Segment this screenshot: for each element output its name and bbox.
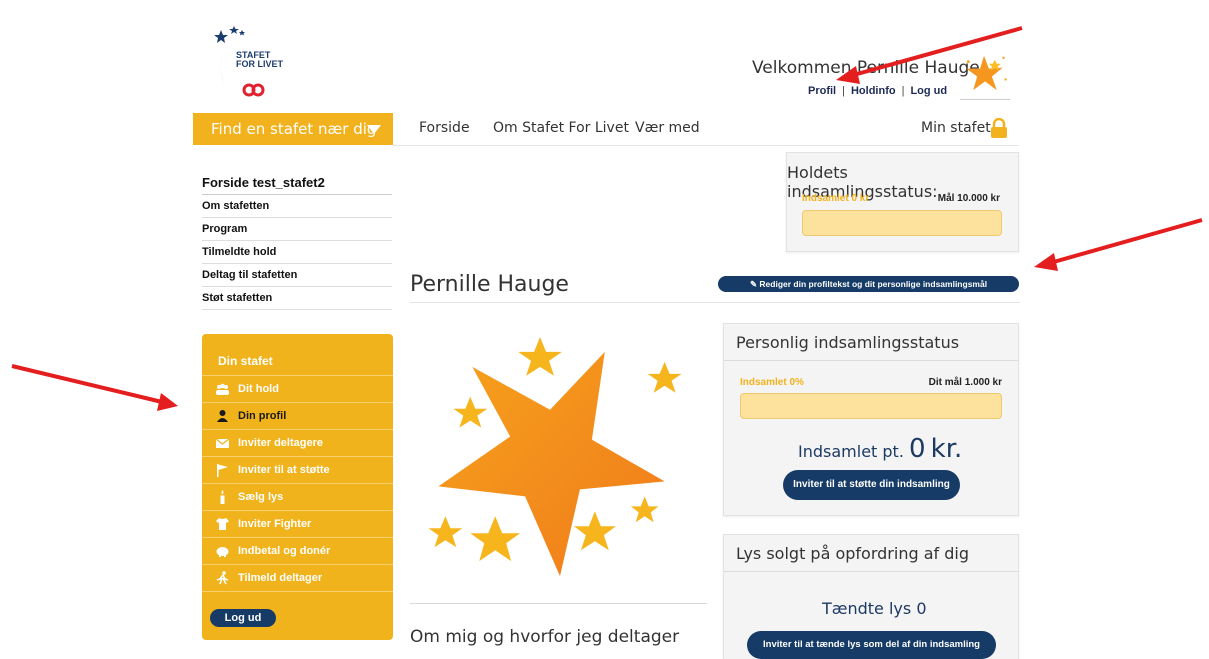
stafet-sidebar-menu: Forside test_stafet2 Om stafetten Progra… — [202, 172, 392, 310]
sidebar-item-deltag[interactable]: Deltag til stafetten — [202, 264, 392, 287]
edit-profile-button[interactable]: ✎ Rediger din profiltekst og dit personl… — [718, 276, 1019, 292]
team-fundraising-panel: Holdets indsamlingsstatus: Indsamlet 0 k… — [786, 152, 1019, 252]
pencil-icon: ✎ — [749, 279, 760, 289]
logo-line-2: FOR LIVET — [236, 59, 283, 69]
personal-collected-label: Indsamlet 0% — [740, 377, 804, 388]
logo-text: STAFET FOR LIVET — [236, 51, 283, 69]
team-goal-label: Mål 10.000 kr — [937, 193, 1000, 204]
din-stafet-heading: Din stafet — [218, 354, 273, 368]
divider — [724, 571, 1018, 572]
separator: | — [842, 85, 845, 97]
din-stafet-label: Indbetal og donér — [238, 545, 331, 557]
chevron-down-icon — [367, 125, 381, 134]
din-stafet-label: Inviter til at støtte — [238, 464, 330, 476]
lys-count: Tændte lys 0 — [822, 599, 927, 618]
avatar-star-icon[interactable] — [960, 50, 1010, 100]
din-stafet-label: Inviter deltagere — [238, 437, 323, 449]
collected-unit: kr. — [930, 434, 963, 464]
collected-value: 0 — [909, 434, 926, 464]
divider — [202, 591, 393, 592]
sidebar-item-om-stafetten[interactable]: Om stafetten — [202, 195, 392, 218]
sidebar-item-tilmeldte-hold[interactable]: Tilmeldte hold — [202, 241, 392, 264]
din-stafet-inviter-stoette[interactable]: Inviter til at støtte — [202, 456, 393, 483]
min-stafet-link[interactable]: Min stafet — [921, 113, 991, 143]
din-stafet-inviter-fighter[interactable]: Inviter Fighter — [202, 510, 393, 537]
din-stafet-indbetal[interactable]: Indbetal og donér — [202, 537, 393, 564]
personal-status-title: Personlig indsamlingsstatus — [736, 333, 960, 352]
din-stafet-label: Inviter Fighter — [238, 518, 312, 530]
collected-amount: Indsamlet pt. 0 kr. — [798, 434, 962, 464]
flag-icon — [217, 464, 228, 477]
divider — [724, 360, 1018, 361]
din-stafet-label: Tilmeld deltager — [238, 572, 323, 584]
person-icon — [217, 410, 228, 422]
edit-profile-label: Rediger din profiltekst og dit personlig… — [759, 279, 988, 289]
profile-stars-image — [410, 336, 707, 604]
top-links: Profil | Holdinfo | Log ud — [808, 85, 947, 97]
din-stafet-label: Dit hold — [238, 383, 279, 395]
nav-om-stafet[interactable]: Om Stafet For Livet — [493, 113, 629, 143]
personal-progress-bar — [740, 393, 1002, 419]
profile-name-heading: Pernille Hauge — [410, 272, 569, 297]
team-icon — [216, 383, 229, 395]
arrow-icon — [11, 364, 178, 411]
sidebar-title[interactable]: Forside test_stafet2 — [202, 172, 392, 195]
arrow-icon — [1034, 218, 1203, 271]
profil-link[interactable]: Profil — [808, 85, 836, 97]
invite-support-button[interactable]: Inviter til at støtte din indsamling — [783, 470, 960, 500]
team-progress-bar — [802, 210, 1002, 236]
sidebar-item-stoet[interactable]: Støt stafetten — [202, 287, 392, 310]
envelope-icon — [215, 438, 230, 448]
din-stafet-label: Sælg lys — [238, 491, 284, 503]
personal-goal-label: Dit mål 1.000 kr — [928, 377, 1002, 388]
lock-icon[interactable] — [990, 118, 1008, 138]
logout-link[interactable]: Log ud — [910, 85, 947, 97]
din-stafet-label: Din profil — [238, 410, 287, 422]
din-stafet-inviter-deltagere[interactable]: Inviter deltagere — [202, 429, 393, 456]
din-stafet-dit-hold[interactable]: Dit hold — [202, 375, 393, 402]
logout-button[interactable]: Log ud — [210, 609, 276, 627]
din-stafet-tilmeld-deltager[interactable]: Tilmeld deltager — [202, 564, 393, 591]
piggy-bank-icon — [216, 547, 229, 557]
collected-prefix: Indsamlet pt. — [798, 442, 904, 461]
din-stafet-saelg-lys[interactable]: Sælg lys — [202, 483, 393, 510]
runner-icon — [216, 571, 229, 585]
candle-icon — [220, 490, 225, 504]
team-collected-label: Indsamlet 0 kr — [802, 193, 870, 204]
separator: | — [901, 85, 905, 97]
welcome-text: Velkommen Pernille Hauge — [752, 58, 980, 78]
sidebar-item-program[interactable]: Program — [202, 218, 392, 241]
nav-vaer-med[interactable]: Vær med — [635, 113, 700, 143]
personal-fundraising-panel: Personlig indsamlingsstatus Indsamlet 0%… — [723, 323, 1019, 516]
tshirt-icon — [216, 518, 229, 530]
holdinfo-link[interactable]: Holdinfo — [851, 85, 896, 97]
find-stafet-dropdown[interactable]: Find en stafet nær dig — [193, 113, 393, 145]
invite-light-candle-button[interactable]: Inviter til at tænde lys som del af din … — [747, 631, 996, 659]
divider — [410, 302, 1020, 303]
din-stafet-din-profil[interactable]: Din profil — [202, 402, 393, 429]
nav-forside[interactable]: Forside — [419, 113, 470, 143]
lys-panel: Lys solgt på opfordring af dig Tændte ly… — [723, 534, 1019, 659]
about-heading: Om mig og hvorfor jeg deltager — [410, 627, 680, 647]
lys-title: Lys solgt på opfordring af dig — [736, 544, 969, 563]
find-stafet-label: Find en stafet nær dig — [211, 120, 377, 138]
din-stafet-panel: Din stafet Dit hold Din profil Inviter d… — [202, 334, 393, 640]
